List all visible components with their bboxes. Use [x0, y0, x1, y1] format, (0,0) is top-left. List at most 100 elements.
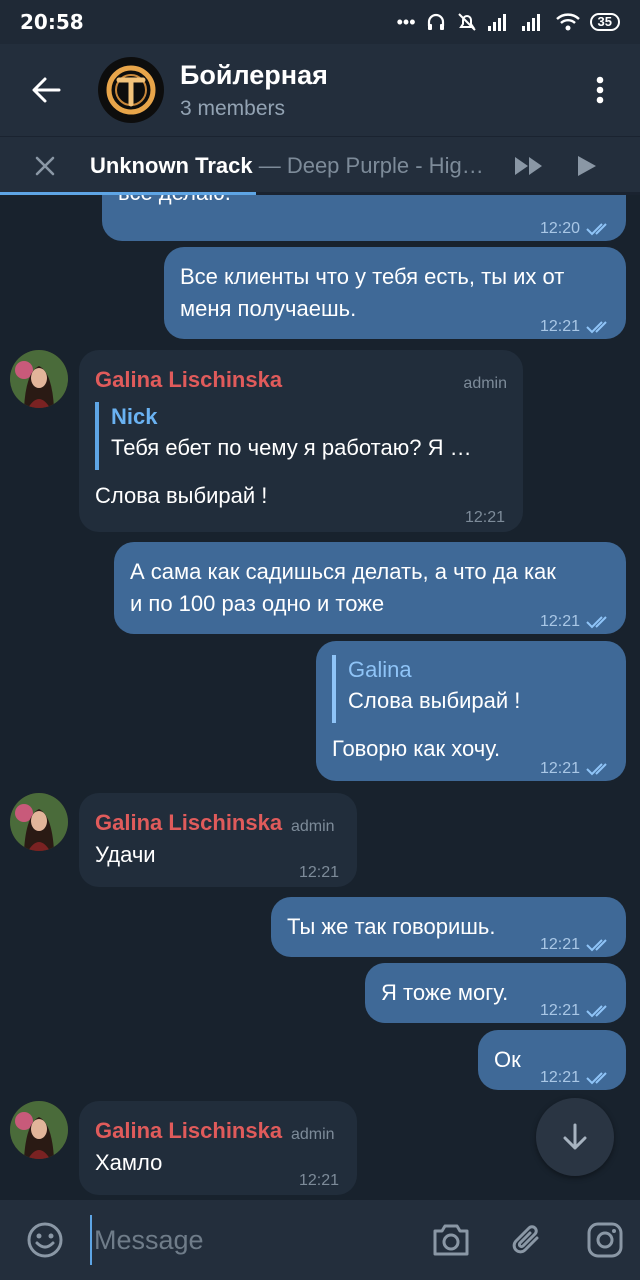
status-time: 20:58 — [20, 10, 84, 34]
double-check-icon — [586, 1005, 607, 1018]
user-avatar[interactable] — [10, 1101, 68, 1159]
group-avatar[interactable] — [98, 57, 164, 123]
reply-author: Galina — [348, 657, 412, 682]
message-text-line: А сама как садишься делать, а что да как — [130, 559, 556, 584]
menu-button[interactable] — [560, 44, 640, 136]
scroll-down-button[interactable] — [536, 1098, 614, 1176]
message-meta: 12:21 — [540, 606, 612, 638]
group-logo-icon — [106, 65, 156, 115]
user-photo-icon — [10, 1101, 68, 1159]
message-meta: 12:21 — [299, 1165, 339, 1197]
message-time: 12:21 — [539, 318, 580, 335]
message-meta: 12:20 — [540, 213, 612, 245]
message-text: Говорю как хочу. — [332, 736, 501, 761]
sender-name[interactable]: Galina Lischinska — [95, 1115, 282, 1147]
message-outgoing[interactable]: А сама как садишься делать, а что да как… — [114, 542, 626, 634]
chat-title: Бойлерная — [180, 59, 328, 90]
message-time: 12:21 — [298, 1172, 339, 1189]
attach-button[interactable] — [492, 1200, 562, 1280]
play-icon — [578, 155, 596, 176]
arrow-left-icon — [32, 77, 61, 103]
track-artist: Deep Purple - Hig… — [286, 152, 484, 178]
back-button[interactable] — [0, 44, 92, 136]
double-check-icon — [586, 616, 607, 629]
message-time: 12:21 — [539, 1002, 580, 1019]
message-outgoing[interactable]: все делаю. 12:20 — [102, 195, 626, 241]
chat-area[interactable]: все делаю. 12:20 Все клиенты что у тебя … — [0, 195, 640, 1200]
reply-text: Слова выбирай ! — [348, 688, 521, 713]
sender-name[interactable]: Galina Lischinska — [95, 364, 282, 396]
double-check-icon — [586, 321, 607, 334]
user-avatar[interactable] — [10, 350, 68, 408]
arrow-down-icon — [563, 1123, 587, 1150]
message-meta: 12:21 — [465, 502, 505, 534]
wifi-icon — [555, 13, 580, 31]
message-text: Слова выбирай ! — [95, 483, 268, 508]
status-icons: ••• 35 — [397, 12, 620, 33]
headphones-icon — [427, 13, 444, 30]
more-notifications-icon: ••• — [396, 11, 416, 32]
message-text: Я тоже могу. — [381, 980, 509, 1005]
message-time: 12:21 — [298, 864, 339, 881]
player-close-button[interactable] — [0, 137, 90, 195]
message-text: Хамло — [95, 1150, 163, 1175]
emoji-button[interactable] — [0, 1200, 90, 1280]
admin-badge: admin — [291, 818, 335, 835]
message-outgoing[interactable]: Galina Слова выбирай ! Говорю как хочу. … — [316, 641, 626, 781]
message-time: 12:21 — [464, 509, 505, 526]
double-check-icon — [586, 1072, 607, 1085]
message-meta: 12:21 — [540, 929, 612, 961]
paperclip-icon — [512, 1225, 539, 1254]
message-text-line: Все клиенты что у тебя есть, ты их от — [180, 264, 565, 289]
message-incoming[interactable]: Galina Lischinska admin Nick Тебя ебет п… — [79, 350, 523, 532]
message-text: все делаю. — [118, 195, 231, 209]
music-player-bar: Unknown Track — Deep Purple - Hig… — [0, 136, 640, 194]
reply-quote[interactable]: Galina Слова выбирай ! — [332, 655, 612, 723]
next-track-button[interactable] — [500, 137, 558, 195]
message-incoming[interactable]: Galina Lischinska admin Удачи 12:21 — [79, 793, 357, 887]
signal-icon-2 — [521, 14, 540, 31]
player-track[interactable]: Unknown Track — Deep Purple - Hig… — [90, 153, 500, 179]
instagram-button[interactable] — [570, 1200, 640, 1280]
message-time: 12:21 — [539, 936, 580, 953]
play-button[interactable] — [558, 137, 616, 195]
message-meta: 12:21 — [540, 995, 612, 1027]
reply-text: Тебя ебет по чему я работаю? Я … — [111, 435, 472, 460]
header-text[interactable]: Бойлерная 3 members — [180, 60, 328, 121]
sender-name[interactable]: Galina Lischinska — [95, 807, 282, 839]
double-check-icon — [586, 223, 607, 236]
user-photo-icon — [10, 793, 68, 851]
track-separator: — — [252, 152, 287, 178]
emoji-icon — [27, 1222, 63, 1258]
message-meta: 12:21 — [540, 753, 612, 785]
more-vert-icon — [596, 76, 604, 104]
battery-icon: 35 — [589, 13, 620, 31]
track-title: Unknown Track — [90, 152, 253, 178]
message-time: 12:21 — [539, 613, 580, 630]
message-meta: 12:21 — [540, 1062, 612, 1094]
message-meta: 12:21 — [540, 311, 612, 343]
message-incoming[interactable]: Galina Lischinska admin Хамло 12:21 — [79, 1101, 357, 1195]
reply-quote[interactable]: Nick Тебя ебет по чему я работаю? Я … — [95, 402, 495, 470]
message-input[interactable] — [90, 1215, 380, 1265]
message-outgoing[interactable]: Ты же так говоришь. 12:21 — [271, 897, 626, 957]
message-time: 12:21 — [539, 1069, 580, 1086]
message-outgoing[interactable]: Я тоже могу. 12:21 — [365, 963, 626, 1023]
status-bar: 20:58 ••• 35 — [0, 0, 640, 44]
user-avatar[interactable] — [10, 793, 68, 851]
message-input-bar — [0, 1200, 640, 1280]
user-photo-icon — [10, 350, 68, 408]
message-text-line: меня получаешь. — [180, 296, 357, 321]
message-text-line: и по 100 раз одно и тоже — [130, 591, 385, 616]
message-outgoing[interactable]: Ок 12:21 — [478, 1030, 626, 1090]
message-text: Удачи — [95, 842, 156, 867]
admin-badge: admin — [291, 1126, 335, 1143]
reply-author: Nick — [111, 404, 158, 429]
message-text: Ты же так говоришь. — [287, 914, 496, 939]
fast-forward-icon — [515, 156, 542, 175]
instagram-icon — [587, 1222, 623, 1258]
camera-button[interactable] — [416, 1200, 486, 1280]
signal-icon — [487, 14, 506, 31]
message-outgoing[interactable]: Все клиенты что у тебя есть, ты их от ме… — [164, 247, 626, 339]
message-time: 12:20 — [539, 220, 580, 237]
